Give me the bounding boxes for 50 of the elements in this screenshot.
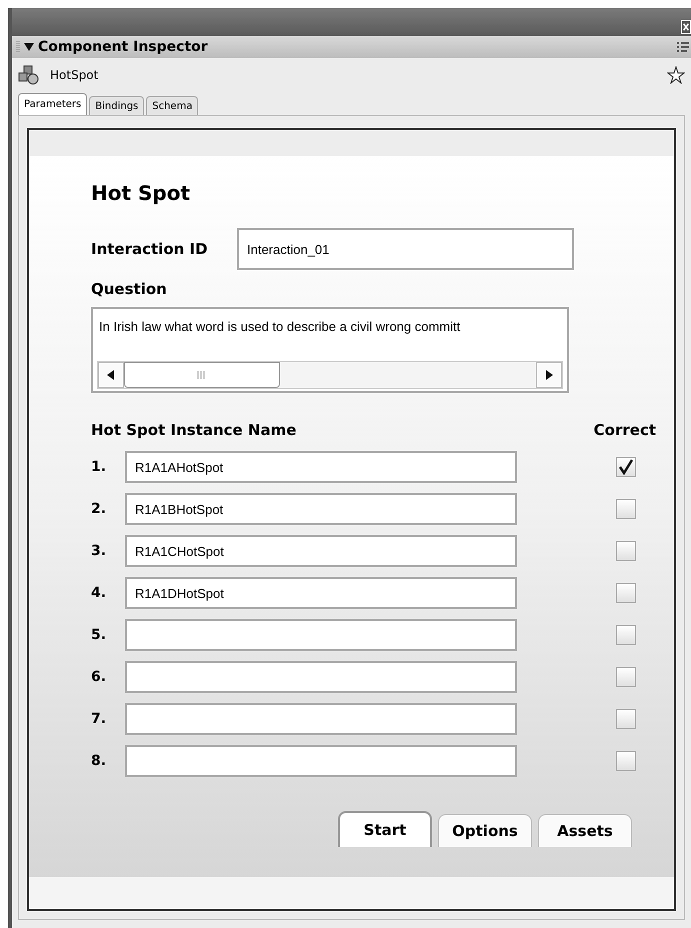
row-number: 1. xyxy=(91,458,108,476)
component-cubes-icon xyxy=(18,65,40,85)
horizontal-scrollbar[interactable] xyxy=(97,360,563,388)
field-label: Interaction ID xyxy=(91,238,209,260)
instance-name-field[interactable] xyxy=(125,619,517,651)
tab[interactable]: Schema xyxy=(146,96,198,115)
column-header: Correct xyxy=(594,420,656,440)
tab[interactable]: Options xyxy=(438,814,532,847)
tab[interactable]: Bindings xyxy=(89,96,144,115)
instance-name-field[interactable]: R1A1DHotSpot xyxy=(125,577,517,609)
row-number: 4. xyxy=(91,584,108,602)
instance-name-field[interactable]: R1A1CHotSpot xyxy=(125,535,517,567)
row-number: 6. xyxy=(91,668,108,686)
scroll-right-icon[interactable] xyxy=(536,362,562,388)
correct-checkbox[interactable] xyxy=(616,583,636,603)
instance-name-field[interactable]: R1A1BHotSpot xyxy=(125,493,517,525)
scroll-left-icon[interactable] xyxy=(98,362,124,388)
correct-checkbox[interactable] xyxy=(616,667,636,687)
component-name: HotSpot xyxy=(50,67,98,84)
grip-icon[interactable] xyxy=(16,40,20,54)
row-number: 8. xyxy=(91,752,108,770)
panel-title: Component Inspector xyxy=(38,38,208,56)
tab[interactable]: Assets xyxy=(538,814,632,847)
instance-name-field[interactable] xyxy=(125,661,517,693)
column-header: Hot Spot Instance Name xyxy=(91,420,296,440)
row-number: 2. xyxy=(91,500,108,518)
options-menu-icon[interactable] xyxy=(677,41,689,53)
close-icon[interactable] xyxy=(681,20,691,34)
tab[interactable]: Parameters xyxy=(18,93,88,115)
instance-name-field[interactable] xyxy=(125,703,517,735)
instance-name-field[interactable]: R1A1AHotSpot xyxy=(125,451,517,483)
question-field[interactable]: In Irish law what word is used to describe a civil wrong committ xyxy=(91,306,569,392)
correct-checkbox[interactable] xyxy=(616,751,636,771)
correct-checkbox[interactable] xyxy=(616,541,636,561)
instance-name-field[interactable] xyxy=(125,745,517,777)
scroll-thumb[interactable] xyxy=(124,362,280,388)
row-number: 5. xyxy=(91,626,108,644)
correct-checkbox[interactable] xyxy=(616,625,636,645)
field-label: Question xyxy=(91,279,168,300)
correct-checkbox[interactable] xyxy=(616,457,636,477)
form-heading: Hot Spot xyxy=(91,180,192,207)
correct-checkbox[interactable] xyxy=(616,709,636,729)
interaction-id-field[interactable]: Interaction_01 xyxy=(237,228,574,270)
tab[interactable]: Start xyxy=(338,811,432,847)
collapse-triangle-icon[interactable] xyxy=(24,43,34,51)
correct-checkbox[interactable] xyxy=(616,499,636,519)
row-number: 7. xyxy=(91,710,108,728)
question-text: In Irish law what word is used to describe a civil wrong committ xyxy=(98,318,462,336)
row-number: 3. xyxy=(91,542,108,560)
star-icon[interactable] xyxy=(667,66,685,84)
